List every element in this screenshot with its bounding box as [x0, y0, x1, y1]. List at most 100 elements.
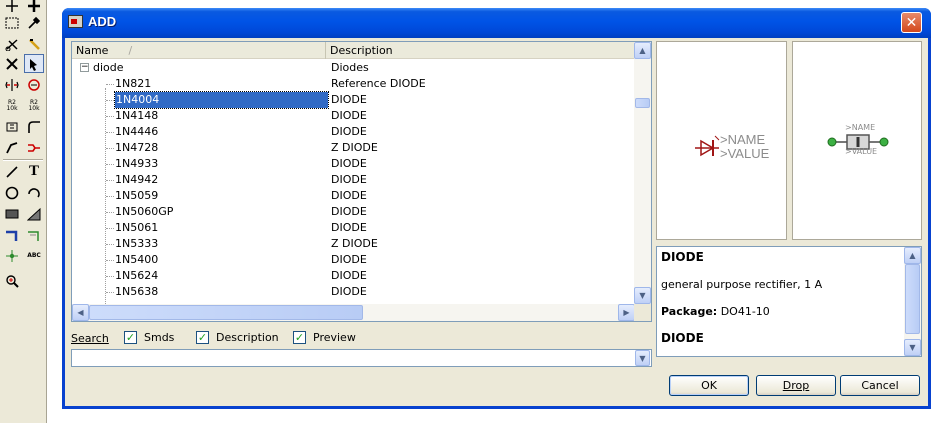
- circle-icon[interactable]: [2, 183, 22, 202]
- info-scrollbar[interactable]: ▲ ▼: [904, 247, 921, 356]
- device-description: DIODE: [331, 109, 367, 122]
- rotate-icon[interactable]: [24, 75, 44, 94]
- vertical-scroll-thumb[interactable]: [635, 98, 650, 108]
- bus-icon[interactable]: [2, 226, 22, 245]
- ok-button[interactable]: OK: [669, 375, 749, 396]
- table-row[interactable]: 1N4942 DIODE: [72, 172, 635, 188]
- table-row[interactable]: 1N5638 DIODE: [72, 284, 635, 300]
- table-row[interactable]: 1N4728 Z DIODE: [72, 140, 635, 156]
- info-device-title: DIODE: [661, 331, 704, 345]
- table-row[interactable]: 1N5624 DIODE: [72, 268, 635, 284]
- device-description: DIODE: [331, 253, 367, 266]
- label-icon[interactable]: ABC: [24, 246, 44, 265]
- table-row[interactable]: 1N821 Reference DIODE: [72, 76, 635, 92]
- symbol-preview: >NAME >VALUE: [656, 41, 787, 240]
- tree-branch: [106, 84, 114, 85]
- junction-icon[interactable]: [2, 246, 22, 265]
- device-name: 1N4942: [115, 173, 159, 186]
- table-row[interactable]: 1N4446 DIODE: [72, 124, 635, 140]
- checkmark-icon[interactable]: ✓: [293, 331, 306, 344]
- device-description: Reference DIODE: [331, 77, 426, 90]
- table-row[interactable]: 1N5060GP DIODE: [72, 204, 635, 220]
- device-name: 1N4446: [115, 125, 159, 138]
- tree-branch: [106, 244, 114, 245]
- scroll-left-icon[interactable]: ◀: [72, 304, 89, 321]
- close-button[interactable]: ✕: [901, 12, 922, 33]
- group-description: Diodes: [331, 61, 369, 74]
- group-name: diode: [93, 61, 124, 74]
- description-checkbox[interactable]: ✓ Description: [196, 331, 279, 344]
- device-name: 1N4004: [114, 91, 329, 109]
- tree-branch: [106, 100, 114, 101]
- column-header-name[interactable]: Name /: [72, 42, 326, 59]
- preview-checkbox[interactable]: ✓ Preview: [293, 331, 356, 344]
- checkmark-icon[interactable]: ✓: [196, 331, 209, 344]
- scroll-up-icon[interactable]: ▲: [904, 247, 921, 264]
- dialog-title: ADD: [88, 14, 117, 29]
- device-name: 1N5059: [115, 189, 159, 202]
- library-tree[interactable]: Name / Description − diode Diodes 1N821 Re…: [71, 41, 652, 322]
- column-header-description[interactable]: Description: [326, 42, 635, 59]
- horizontal-scroll-thumb[interactable]: [89, 305, 363, 320]
- table-row[interactable]: 1N4004 DIODE: [72, 91, 635, 109]
- smds-checkbox[interactable]: ✓ Smds: [124, 331, 174, 344]
- cancel-button[interactable]: Cancel: [840, 375, 920, 396]
- info-scroll-thumb[interactable]: [905, 264, 920, 334]
- vertical-scrollbar[interactable]: ▲ ▼: [634, 42, 651, 304]
- device-description: Z DIODE: [331, 141, 378, 154]
- package-name-text: >NAME: [845, 123, 876, 132]
- cut-icon[interactable]: [2, 34, 22, 53]
- device-description: DIODE: [331, 285, 367, 298]
- table-row[interactable]: 1N5059 DIODE: [72, 188, 635, 204]
- value-icon[interactable]: R2 10k: [24, 96, 44, 115]
- checkmark-icon[interactable]: ✓: [124, 331, 137, 344]
- table-row[interactable]: 1N5061 DIODE: [72, 220, 635, 236]
- horizontal-scrollbar[interactable]: ◀ ▶: [72, 304, 635, 321]
- arc-icon[interactable]: [24, 183, 44, 202]
- text-icon[interactable]: T: [24, 162, 44, 181]
- miter-icon[interactable]: [24, 117, 44, 136]
- scroll-up-icon[interactable]: ▲: [634, 42, 651, 59]
- search-input[interactable]: ▼: [71, 349, 652, 367]
- device-name: 1N5624: [115, 269, 159, 282]
- package-value-text: >VALUE: [845, 147, 878, 156]
- device-name: 1N5638: [115, 285, 159, 298]
- device-name: 1N4933: [115, 157, 159, 170]
- description-panel: DIODE general purpose rectifier, 1 A Pac…: [656, 246, 922, 357]
- command-toolbar: R2 10k R2 10k T ABC: [0, 0, 47, 423]
- ripup-icon[interactable]: [24, 34, 44, 53]
- device-description: Z DIODE: [331, 237, 378, 250]
- scroll-down-icon[interactable]: ▼: [634, 287, 651, 304]
- device-name: 1N5400: [115, 253, 159, 266]
- device-name: 1N5061: [115, 221, 159, 234]
- tree-branch: [106, 196, 114, 197]
- wire-icon[interactable]: [2, 162, 22, 181]
- split-icon[interactable]: [2, 138, 22, 157]
- add-icon[interactable]: [24, 54, 44, 73]
- change-icon[interactable]: [24, 13, 44, 32]
- scroll-right-icon[interactable]: ▶: [618, 304, 635, 321]
- package-preview: >NAME >VALUE: [792, 41, 922, 240]
- table-row[interactable]: 1N4933 DIODE: [72, 156, 635, 172]
- tree-group-row[interactable]: − diode Diodes: [72, 60, 635, 76]
- title-bar[interactable]: ADD ✕: [62, 8, 931, 38]
- tree-branch: [106, 148, 114, 149]
- net-icon[interactable]: [24, 226, 44, 245]
- rect-icon[interactable]: [2, 204, 22, 223]
- tree-branch: [106, 260, 114, 261]
- name-icon[interactable]: R2 10k: [2, 96, 22, 115]
- collapse-icon[interactable]: −: [80, 63, 89, 72]
- optimize-icon[interactable]: [24, 138, 44, 157]
- group-icon[interactable]: [2, 13, 22, 32]
- smash-icon[interactable]: [2, 117, 22, 136]
- table-row[interactable]: 1N5400 DIODE: [72, 252, 635, 268]
- delete-icon[interactable]: [2, 54, 22, 73]
- table-row[interactable]: 1N5333 Z DIODE: [72, 236, 635, 252]
- erc-icon[interactable]: [2, 271, 22, 290]
- dropdown-arrow-icon[interactable]: ▼: [635, 350, 650, 366]
- table-row[interactable]: 1N4148 DIODE: [72, 108, 635, 124]
- mirror-icon[interactable]: [2, 75, 22, 94]
- polygon-icon[interactable]: [24, 204, 44, 223]
- drop-button[interactable]: Drop: [756, 375, 836, 396]
- scroll-down-icon[interactable]: ▼: [904, 339, 921, 356]
